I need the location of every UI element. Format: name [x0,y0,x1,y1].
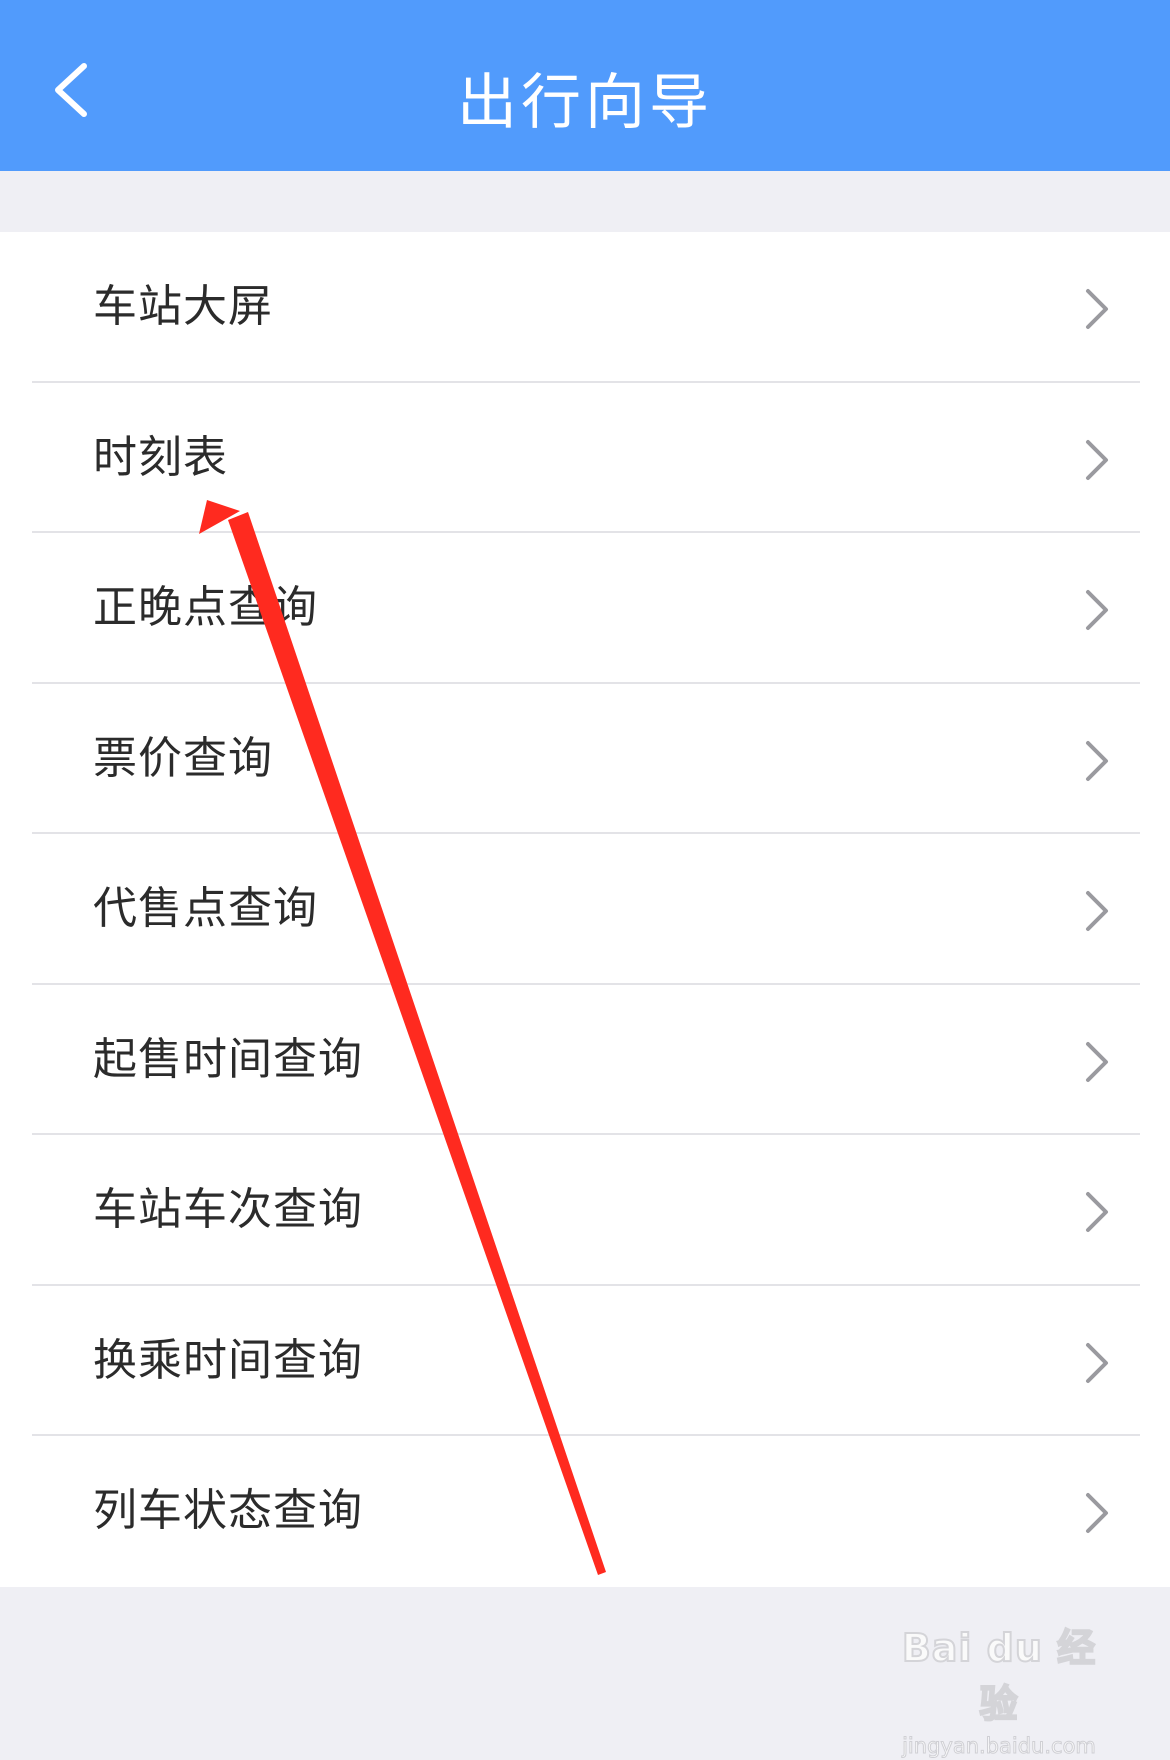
chevron-right-icon [1086,740,1108,781]
chevron-right-icon [1086,590,1108,630]
menu-item-timetable[interactable]: 时刻表 [0,383,1170,534]
menu-item-punctuality[interactable]: 正晚点查询 [0,533,1170,684]
chevron-right-icon [1086,439,1108,480]
menu-item-station-screen[interactable]: 车站大屏 [0,232,1170,383]
menu-item-label: 票价查询 [93,732,273,784]
page-title: 出行向导 [457,68,713,138]
menu-item-label: 代售点查询 [93,883,318,934]
menu-list: 车站大屏 时刻表 正晚点查询 票价查询 代售点查询 起售时间查询 车站车次查询 … [0,232,1170,1587]
menu-item-ticket-agency[interactable]: 代售点查询 [0,834,1170,985]
menu-item-label: 正晚点查询 [93,582,318,633]
watermark: Bai du 经验 jingyan.baidu.com [894,1620,1104,1759]
menu-item-sale-start-time[interactable]: 起售时间查询 [0,985,1170,1136]
menu-item-transfer-time[interactable]: 换乘时间查询 [0,1286,1170,1437]
chevron-right-icon [1086,289,1108,329]
chevron-right-icon [1086,891,1108,931]
menu-item-label: 时刻表 [93,431,228,483]
chevron-right-icon [1086,1041,1108,1082]
menu-item-label: 起售时间查询 [93,1033,363,1085]
menu-item-station-trains[interactable]: 车站车次查询 [0,1135,1170,1286]
menu-item-label: 换乘时间查询 [93,1334,363,1386]
menu-item-label: 车站车次查询 [93,1184,363,1235]
menu-item-label: 列车状态查询 [93,1485,363,1536]
chevron-right-icon [1086,1493,1108,1533]
menu-item-fare[interactable]: 票价查询 [0,684,1170,835]
menu-item-train-status[interactable]: 列车状态查询 [0,1436,1170,1587]
navigation-bar: 出行向导 [0,0,1170,171]
chevron-right-icon [1086,1192,1108,1232]
watermark-logo: Bai du 经验 [901,1625,1097,1727]
menu-item-label: 车站大屏 [93,281,273,332]
chevron-right-icon [1086,1342,1108,1383]
